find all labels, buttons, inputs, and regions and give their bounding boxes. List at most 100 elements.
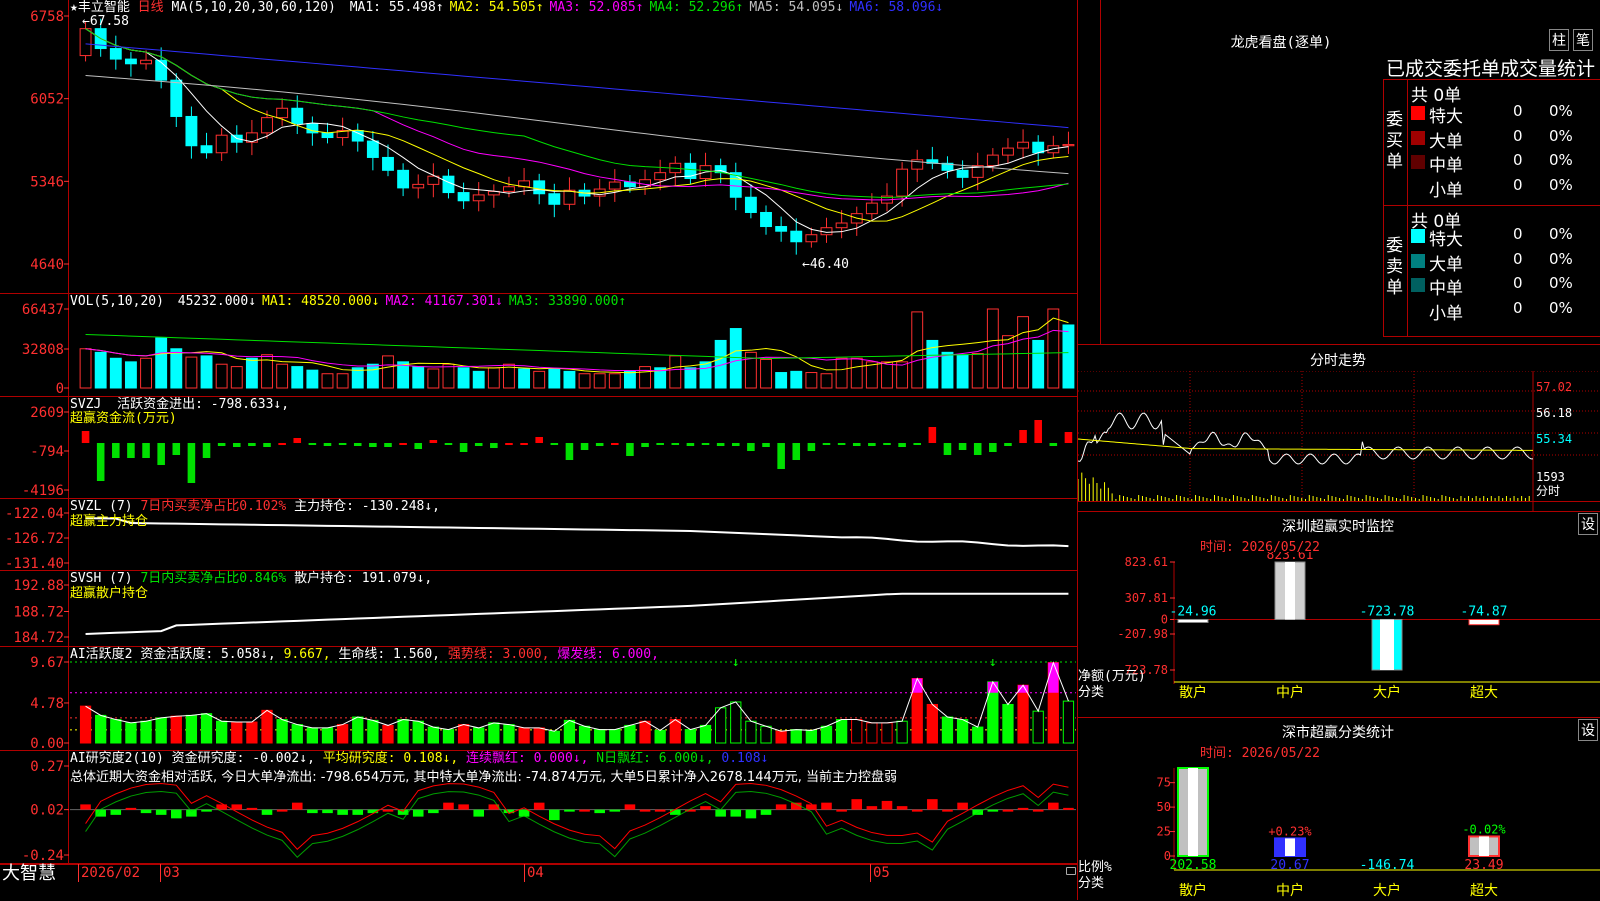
- st-value-label: -146.74: [1360, 858, 1415, 873]
- svzj-bar: [414, 443, 423, 450]
- stroke-view-button[interactable]: 笔: [1573, 29, 1593, 51]
- svzj-bar: [232, 443, 241, 448]
- ai2-bar: [654, 809, 666, 812]
- svzj-bar: [1004, 443, 1012, 447]
- ai1-bar: [790, 729, 802, 744]
- ai2-bar: [231, 804, 243, 810]
- column-view-button[interactable]: 柱: [1549, 29, 1569, 51]
- volume-bar: [881, 361, 893, 389]
- vol-item-2: MA2: 41167.301↓: [385, 294, 503, 309]
- candle-body: [896, 168, 909, 197]
- mon-bar-highlight: [1380, 619, 1394, 670]
- svzj-bar: [716, 443, 725, 447]
- mon-value-label: -723.78: [1360, 604, 1415, 619]
- volume-bar: [487, 367, 500, 389]
- ai1-bar: [155, 717, 167, 744]
- ai1-bar: [276, 719, 288, 744]
- candle-body: [835, 222, 848, 229]
- buy-row-swatch: [1411, 106, 1425, 120]
- volume-bar: [140, 357, 152, 389]
- st-bar-highlight: [1285, 838, 1295, 856]
- candle-body: [321, 132, 334, 139]
- main-chart-area[interactable]: 6758 6052 5346 4640 ★丰立智能 日线 MA(5,10,20,30,…: [0, 0, 1077, 884]
- candle-body: [276, 107, 289, 119]
- volume-bar: [457, 367, 470, 389]
- fs-vol-max: 1593: [1536, 470, 1565, 484]
- svzj-bar: [641, 443, 649, 448]
- intraday-panel[interactable]: 分时走势 57.02 56.18 55.34 1593 分时: [1077, 344, 1600, 512]
- svzj-bar: [989, 443, 997, 453]
- ai1-bar: [200, 713, 213, 744]
- svzl-position: 主力持仓: -130.248↓,: [294, 499, 440, 514]
- ma-item-1: MA2: 54.505↑: [449, 0, 544, 15]
- volume-bar: [109, 357, 122, 389]
- ai1-bar: [352, 716, 364, 744]
- ma-item-2: MA3: 52.085↑: [549, 0, 644, 15]
- ai1-bar: [95, 714, 107, 744]
- svzj-bar: [323, 443, 332, 447]
- svzl-subtitle: 超赢主力持仓: [70, 514, 149, 529]
- buy-side-label: 委买单: [1386, 110, 1403, 172]
- svzj-bar: [1034, 420, 1042, 444]
- sell-row-swatch: [1411, 302, 1425, 317]
- ai1-bar: [412, 720, 424, 744]
- ai2-average: 平均研究度: 0.108↓,: [322, 751, 459, 766]
- svzj-bar: [913, 443, 922, 446]
- price-panel[interactable]: 6758 6052 5346 4640: [0, 0, 1077, 294]
- ma-title: MA(5,10,20,30,60,120): [171, 0, 336, 15]
- monitor-settings-button[interactable]: 设: [1578, 513, 1598, 535]
- svzl-line: [85, 517, 1069, 548]
- ai1-axis-label: 0.00: [30, 736, 64, 751]
- candle-body: [155, 59, 168, 81]
- ma-line-6: [85, 43, 1069, 129]
- volume-bar: [336, 373, 349, 389]
- volume-bar: [427, 368, 440, 389]
- ai1-activity: 资金活跃度: 5.058↓,: [140, 647, 276, 662]
- ai1-bar: [170, 715, 182, 744]
- st-category: 大户: [1373, 882, 1401, 899]
- ai2-bar: [927, 799, 938, 810]
- svzj-bar: [943, 443, 952, 456]
- monitor-chart[interactable]: 823.61 307.81 0-207.98 -723.78 -24.96 823.61 -…: [1078, 552, 1600, 718]
- ai2-bar: [745, 809, 757, 819]
- volume-bar: [79, 348, 92, 389]
- candle-body: [366, 140, 379, 158]
- svzj-subtitle: 超赢资金流(万元): [70, 411, 177, 426]
- svsh-position: 散户持仓: 191.079↓,: [294, 571, 433, 586]
- ai2-consecutive-red: 连续飘红: 0.000↓,: [466, 751, 589, 766]
- ai2-bar: [246, 807, 258, 810]
- ai2-bar: [125, 807, 137, 810]
- st-xlabel: 分类: [1078, 876, 1104, 891]
- st-category: 超大: [1470, 883, 1498, 899]
- st-category: 中户: [1276, 882, 1304, 899]
- ai1-bar: [956, 719, 969, 744]
- stats-settings-button[interactable]: 设: [1578, 719, 1598, 741]
- ai1-bar: [835, 719, 848, 744]
- sell-row-value: 0: [1513, 298, 1523, 317]
- lock-icon[interactable]: [1066, 867, 1076, 875]
- ai1-bar: [926, 703, 938, 744]
- st-value-label: 23.49: [1464, 858, 1503, 873]
- ai-research-panel[interactable]: 0.27 0.02 -0.24: [0, 751, 1077, 864]
- volume-stats-label[interactable]: 已成交委托单成交量统计: [1386, 54, 1595, 81]
- stats-chart[interactable]: 7550250202.58+0.23%20.67 -146.74-0.02%23.…: [1078, 758, 1600, 901]
- ai1-bar: [488, 722, 500, 744]
- intraday-chart[interactable]: 57.02 56.18 55.34 1593分时: [1078, 371, 1600, 512]
- st-axis-label: 50: [1157, 800, 1171, 814]
- ai2-bar: [957, 802, 968, 810]
- price-header: ★丰立智能 日线 MA(5,10,20,30,60,120) MA1: 55.4…: [70, 0, 943, 16]
- period-label[interactable]: 日线: [138, 0, 164, 15]
- ai1-bar: [216, 720, 228, 744]
- candle-body: [382, 156, 394, 171]
- ma-item-5: MA6: 58.096↓: [849, 0, 944, 15]
- volume-bar: [518, 368, 531, 389]
- fs-axis-label: 56.18: [1536, 406, 1572, 420]
- vol-title: VOL(5,10,20): [70, 294, 164, 309]
- date-label: 04: [524, 864, 544, 882]
- volume-bar: [608, 373, 621, 389]
- sell-row-swatch: [1411, 229, 1425, 243]
- svzj-bar: [580, 443, 589, 451]
- ai2-research: 资金研究度: -0.002↓,: [171, 751, 315, 766]
- ai1-lifeline: 生命线: 1.560,: [338, 647, 441, 662]
- stock-name[interactable]: ★丰立智能: [70, 0, 130, 15]
